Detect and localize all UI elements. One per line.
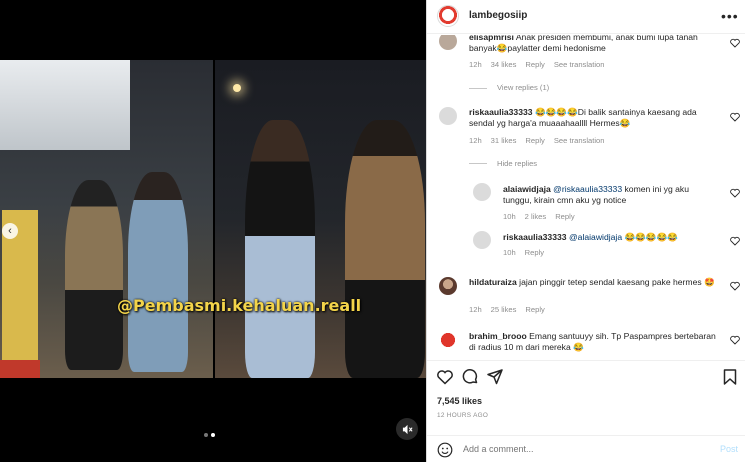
comment-username[interactable]: elisapmrisi bbox=[469, 35, 514, 42]
post-button[interactable]: Post bbox=[720, 444, 738, 454]
street-lamp bbox=[233, 84, 241, 92]
post-media[interactable]: @Pembasmi.kehaluan.reall ‹ bbox=[0, 0, 426, 462]
comment-meta: 12h 25 likes Reply bbox=[469, 305, 554, 314]
person-woman bbox=[128, 172, 188, 372]
comment-likes[interactable]: 34 likes bbox=[491, 60, 517, 69]
comment-icon[interactable] bbox=[461, 368, 479, 386]
carousel-dots bbox=[204, 433, 215, 437]
stall-sign-red bbox=[0, 360, 40, 378]
post-panel: lambegosiip ••• elisapmrisi Anak preside… bbox=[426, 0, 745, 462]
avatar[interactable] bbox=[439, 107, 457, 125]
view-replies-button[interactable]: View replies (1) bbox=[497, 83, 549, 92]
post-username[interactable]: lambegosiip bbox=[469, 10, 527, 21]
chevron-left-icon[interactable]: ‹ bbox=[2, 223, 18, 239]
reply-button[interactable]: Reply bbox=[525, 305, 544, 314]
comment-body: jajan pinggir tetep sendal kaesang pake … bbox=[519, 277, 715, 287]
heart-icon[interactable] bbox=[730, 335, 740, 345]
video-watermark: @Pembasmi.kehaluan.reall bbox=[117, 296, 362, 315]
video-frame-right bbox=[215, 60, 426, 378]
comment-username[interactable]: riskaaulia33333 bbox=[503, 232, 567, 242]
post-header: lambegosiip ••• bbox=[427, 0, 745, 34]
avatar[interactable] bbox=[437, 5, 459, 27]
hide-replies-button[interactable]: Hide replies bbox=[497, 159, 537, 168]
stall-roof bbox=[0, 60, 130, 150]
heart-icon[interactable] bbox=[730, 281, 740, 291]
avatar[interactable] bbox=[439, 331, 457, 349]
avatar[interactable] bbox=[439, 35, 457, 50]
heart-icon[interactable] bbox=[730, 38, 740, 48]
comment-likes[interactable]: 31 likes bbox=[491, 136, 517, 145]
comment-likes[interactable]: 25 likes bbox=[491, 305, 517, 314]
avatar[interactable] bbox=[473, 231, 491, 249]
bookmark-icon[interactable] bbox=[721, 368, 739, 386]
more-icon[interactable]: ••• bbox=[721, 8, 739, 24]
person-man bbox=[345, 120, 425, 378]
emoji-icon[interactable] bbox=[437, 442, 453, 458]
comment-time: 10h bbox=[503, 248, 516, 257]
heart-icon[interactable] bbox=[730, 188, 740, 198]
comment-meta: 12h 31 likes Reply See translation bbox=[469, 136, 614, 145]
heart-icon[interactable] bbox=[730, 236, 740, 246]
comment-likes[interactable]: 2 likes bbox=[525, 212, 547, 221]
mention-link[interactable]: @riskaaulia33333 bbox=[553, 184, 622, 194]
comment-input[interactable] bbox=[463, 444, 683, 454]
comment-time: 10h bbox=[503, 212, 516, 221]
comment-text: elisapmrisi Anak presiden membumi, anak … bbox=[469, 35, 719, 54]
reply-button[interactable]: Reply bbox=[525, 136, 544, 145]
comment-text: brahim_brooo Emang santuuyy sih. Tp Pasp… bbox=[469, 331, 719, 353]
comment-meta: 10h 2 likes Reply bbox=[503, 212, 584, 221]
post-timestamp: 12 HOURS AGO bbox=[437, 412, 489, 419]
add-comment-bar: Post bbox=[427, 435, 745, 462]
avatar[interactable] bbox=[473, 183, 491, 201]
comment-username[interactable]: riskaaulia33333 bbox=[469, 107, 533, 117]
reply-button[interactable]: Reply bbox=[525, 60, 544, 69]
comment-meta: 10h Reply bbox=[503, 248, 553, 257]
likes-count[interactable]: 7,545 likes bbox=[437, 396, 482, 406]
reply-button[interactable]: Reply bbox=[525, 248, 544, 257]
share-icon[interactable] bbox=[486, 368, 504, 386]
comment-time: 12h bbox=[469, 305, 482, 314]
comment-text: hildaturaiza jajan pinggir tetep sendal … bbox=[469, 277, 719, 288]
carousel-dot-active bbox=[211, 433, 215, 437]
mention-link[interactable]: @alaiawidjaja bbox=[569, 232, 622, 242]
comment-list[interactable]: elisapmrisi Anak presiden membumi, anak … bbox=[427, 35, 745, 359]
reply-text: riskaaulia33333 @alaiawidjaja 😂😂😂😂😂 bbox=[503, 232, 713, 243]
comment-text: riskaaulia33333 😂😂😂😂Di balik santainya k… bbox=[469, 107, 719, 129]
divider bbox=[469, 88, 487, 89]
avatar[interactable] bbox=[439, 277, 457, 295]
reply-button[interactable]: Reply bbox=[555, 212, 574, 221]
person-man bbox=[65, 180, 123, 370]
carousel-dot bbox=[204, 433, 208, 437]
reply-text: alaiawidjaja @riskaaulia33333 komen ini … bbox=[503, 184, 713, 206]
comment-username[interactable]: brahim_brooo bbox=[469, 331, 527, 341]
see-translation-button[interactable]: See translation bbox=[554, 136, 605, 145]
comment-time: 12h bbox=[469, 60, 482, 69]
mute-icon[interactable] bbox=[396, 418, 418, 440]
comment-username[interactable]: hildaturaiza bbox=[469, 277, 517, 287]
see-translation-button[interactable]: See translation bbox=[554, 60, 605, 69]
comment-time: 12h bbox=[469, 136, 482, 145]
comment-meta: 12h 34 likes Reply See translation bbox=[469, 60, 614, 69]
comment-body: 😂😂😂😂😂 bbox=[622, 232, 678, 242]
heart-icon[interactable] bbox=[436, 368, 454, 386]
person-woman bbox=[245, 120, 315, 378]
comment-username[interactable]: alaiawidjaja bbox=[503, 184, 551, 194]
divider bbox=[469, 163, 487, 164]
post-actions: 7,545 likes 12 HOURS AGO Post bbox=[427, 360, 745, 462]
heart-icon[interactable] bbox=[730, 112, 740, 122]
video-frame-left bbox=[0, 60, 213, 378]
